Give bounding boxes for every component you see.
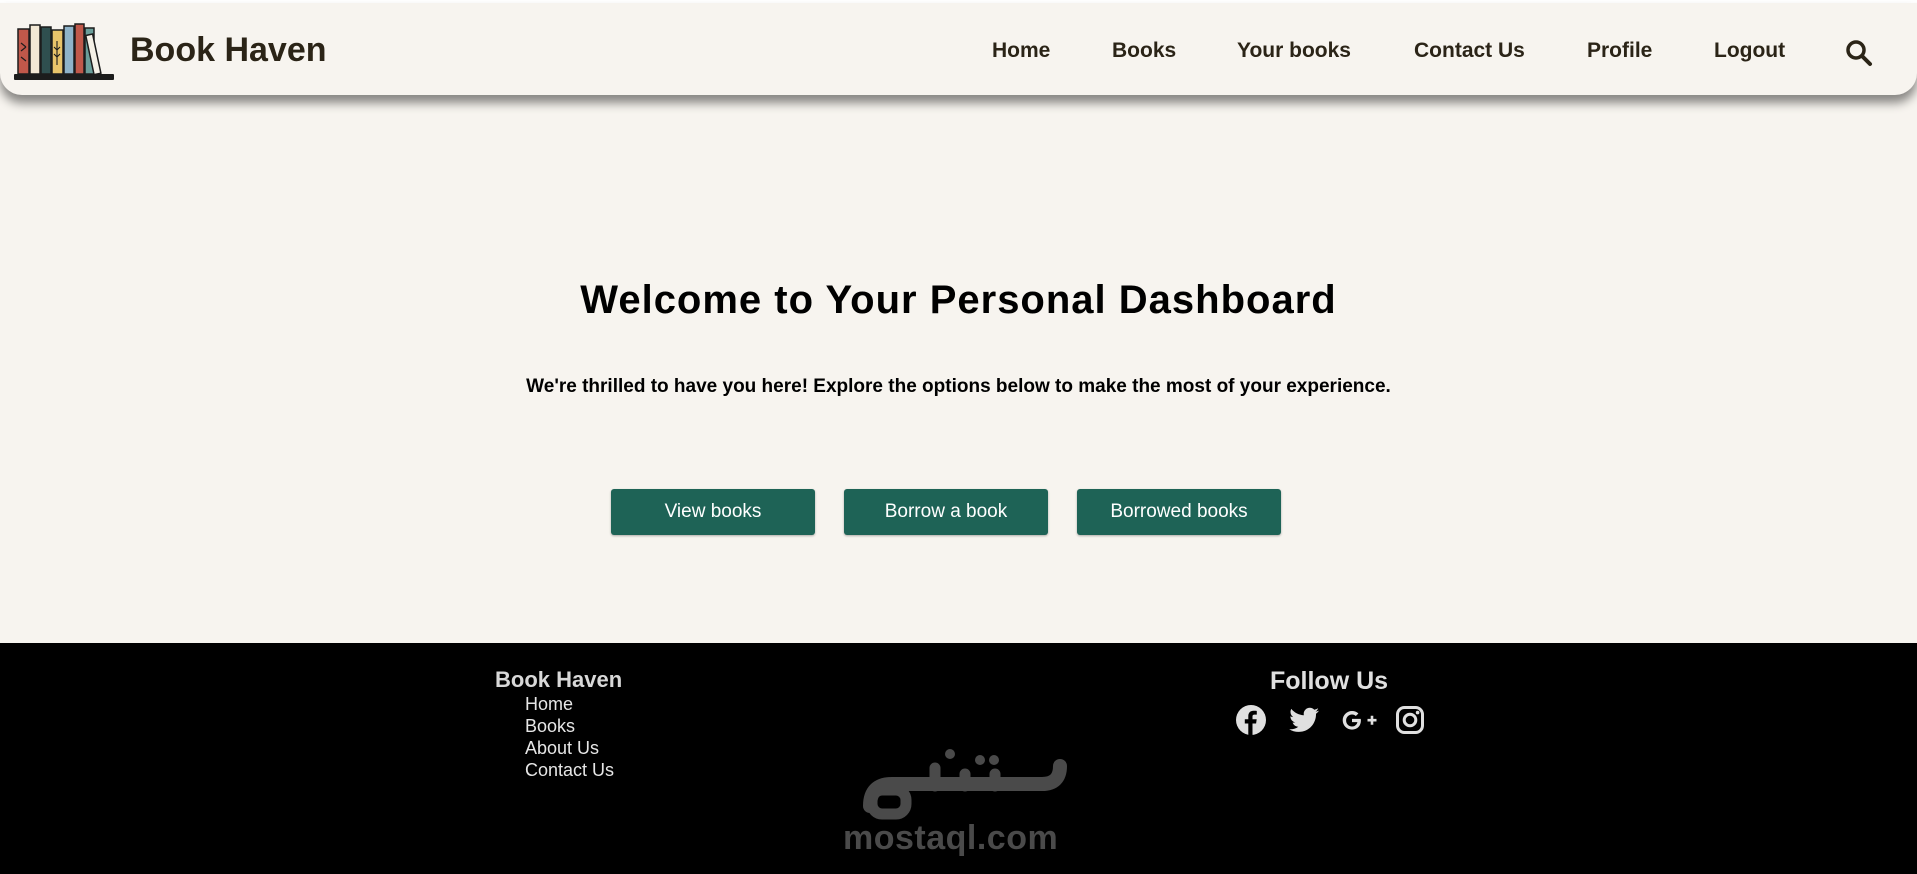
nav-profile[interactable]: Profile bbox=[1587, 39, 1652, 63]
footer-link-contact-us[interactable]: Contact Us bbox=[525, 760, 614, 781]
footer-link-about-us[interactable]: About Us bbox=[525, 738, 599, 759]
borrowed-books-button[interactable]: Borrowed books bbox=[1077, 489, 1281, 535]
footer-link-books[interactable]: Books bbox=[525, 716, 575, 737]
borrow-book-button[interactable]: Borrow a book bbox=[844, 489, 1048, 535]
nav-home[interactable]: Home bbox=[992, 39, 1050, 63]
footer: Book Haven Home Books About Us Contact U… bbox=[0, 643, 1917, 874]
page-title: Welcome to Your Personal Dashboard bbox=[580, 278, 1337, 322]
footer-link-home[interactable]: Home bbox=[525, 694, 573, 715]
nav-contact-us[interactable]: Contact Us bbox=[1414, 39, 1525, 63]
nav-logout[interactable]: Logout bbox=[1714, 39, 1785, 63]
nav-books[interactable]: Books bbox=[1112, 39, 1176, 63]
mostaql-watermark-text: mostaql.com bbox=[843, 819, 1059, 857]
page-subtitle: We're thrilled to have you here! Explore… bbox=[526, 376, 1391, 397]
search-icon[interactable] bbox=[1845, 39, 1873, 67]
bookshelf-logo-icon bbox=[14, 23, 114, 80]
google-plus-icon[interactable] bbox=[1340, 704, 1380, 736]
navbar: Book Haven Home Books Your books Contact… bbox=[0, 3, 1917, 95]
brand-name[interactable]: Book Haven bbox=[130, 31, 327, 70]
instagram-icon[interactable] bbox=[1394, 704, 1426, 736]
facebook-icon[interactable] bbox=[1235, 704, 1267, 736]
footer-brand: Book Haven bbox=[495, 667, 623, 692]
view-books-button[interactable]: View books bbox=[611, 489, 815, 535]
follow-us-title: Follow Us bbox=[1270, 667, 1389, 695]
twitter-icon[interactable] bbox=[1288, 704, 1320, 736]
nav-your-books[interactable]: Your books bbox=[1237, 39, 1351, 63]
